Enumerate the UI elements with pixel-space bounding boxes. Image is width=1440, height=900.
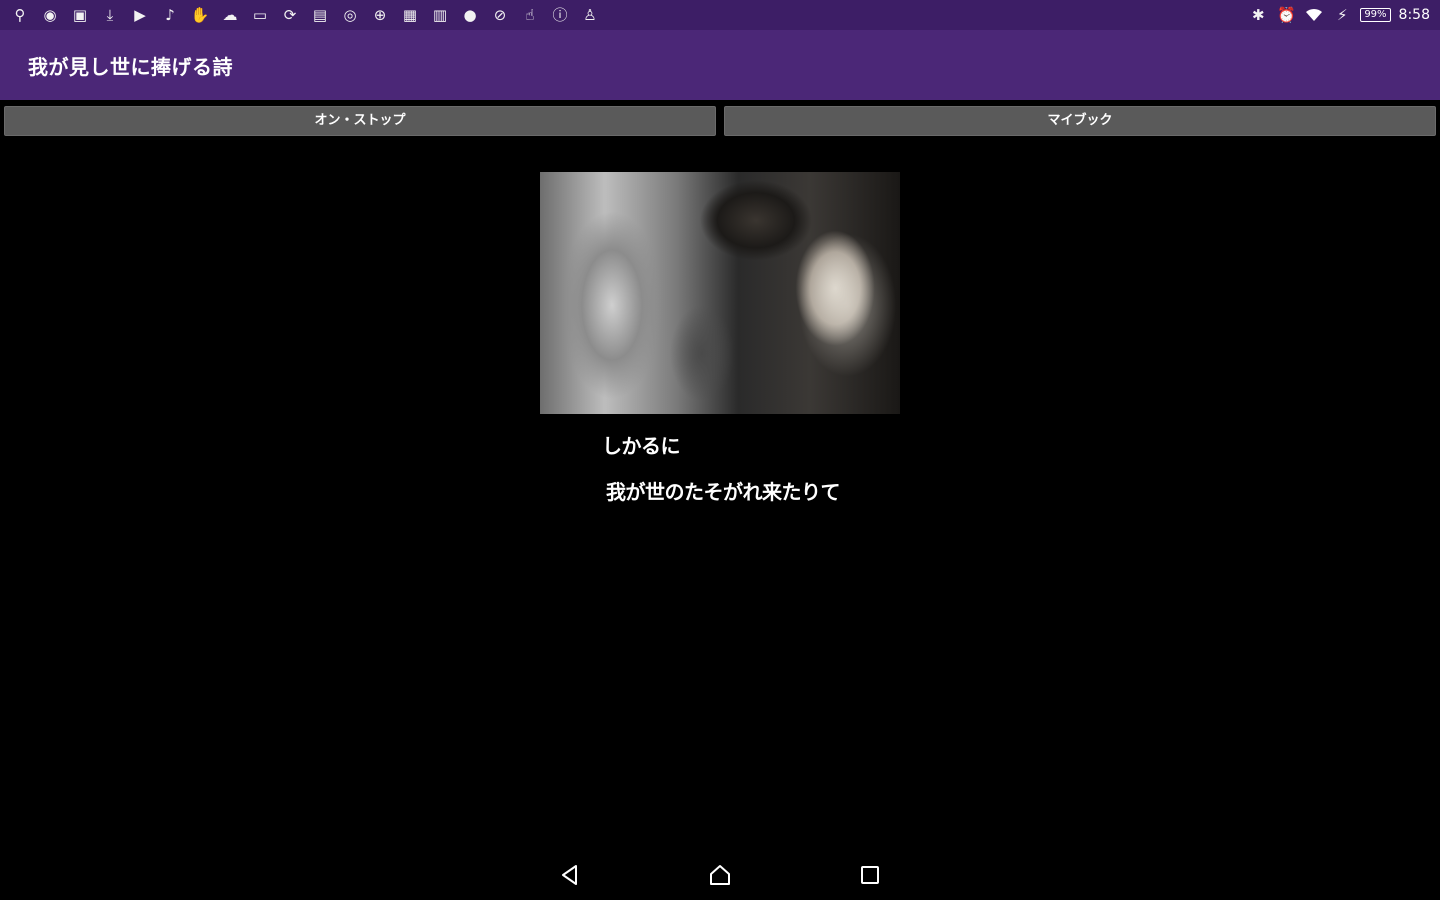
sync-icon: ⟳	[283, 5, 297, 24]
battery-indicator: 99%	[1360, 8, 1391, 22]
poem-line-2: 我が世のたそがれ来たりて	[606, 480, 841, 504]
game-icon: ▭	[252, 5, 268, 24]
bluetooth-icon: ✱	[1252, 5, 1265, 24]
mic-icon: ♪	[165, 5, 175, 24]
calendar-icon: ▥	[432, 5, 448, 24]
app-title: 我が見し世に捧げる詩	[28, 54, 233, 79]
info-icon: ●	[463, 5, 477, 24]
poem-line-1: しかるに	[602, 434, 681, 458]
hand-icon: ✋	[190, 5, 210, 24]
download-icon: ⤓	[106, 5, 114, 24]
button-row: オン・ストップ マイブック	[4, 106, 1436, 136]
home-icon[interactable]	[705, 860, 735, 890]
keyboard-icon: ▦	[402, 5, 418, 24]
status-bar: ⚲ ◉ ▣ ⤓ ▶ ♪ ✋ ☁ ▭ ⟳ ▤ ◎ ⊕ ▦ ▥ ● ⊘ ☝ ⓘ ♙ …	[0, 0, 1440, 30]
image-icon: ▣	[72, 5, 88, 24]
statue-face	[750, 172, 900, 414]
clock: 8:58	[1398, 7, 1430, 23]
alert-icon: ⓘ	[552, 5, 568, 24]
app-bar: 我が見し世に捧げる詩	[0, 30, 1440, 100]
on-stop-button[interactable]: オン・ストップ	[4, 106, 716, 136]
back-icon[interactable]	[555, 860, 585, 890]
wifi-icon	[1304, 5, 1324, 25]
charging-icon: ⚡	[1337, 5, 1348, 24]
cast-icon: ▤	[312, 5, 328, 24]
notification-icons: ⚲ ◉ ▣ ⤓ ▶ ♪ ✋ ☁ ▭ ⟳ ▤ ◎ ⊕ ▦ ▥ ● ⊘ ☝ ⓘ ♙	[10, 5, 600, 25]
no-sign-icon: ⊘	[493, 5, 507, 24]
plus-circle-icon: ⊕	[373, 5, 387, 24]
usb-icon: ⚲	[14, 5, 26, 24]
recents-icon[interactable]	[855, 860, 885, 890]
touch-icon: ☝	[525, 5, 535, 24]
poem-image	[540, 172, 900, 414]
globe-icon: ◎	[343, 5, 357, 24]
chrome-icon: ◉	[43, 5, 57, 24]
system-status: ✱ ⏰ ⚡ 99% 8:58	[1248, 5, 1430, 25]
alarm-icon: ⏰	[1276, 5, 1296, 24]
cloud-icon: ☁	[222, 5, 238, 24]
navigation-bar	[0, 850, 1440, 900]
person-icon: ♙	[583, 5, 597, 24]
youtube-icon: ▶	[134, 5, 146, 24]
my-book-button[interactable]: マイブック	[724, 106, 1436, 136]
